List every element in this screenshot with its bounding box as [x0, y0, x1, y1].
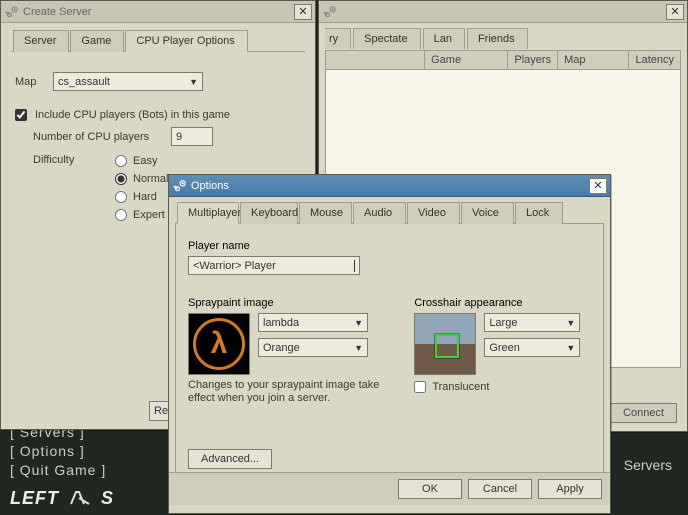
map-select[interactable]: cs_assault ▼ [53, 72, 203, 91]
servers-window-tabs: ry Spectate Lan Friends [319, 23, 687, 48]
tab-keyboard[interactable]: Keyboard [240, 202, 298, 224]
tab-mouse[interactable]: Mouse [299, 202, 352, 224]
steam-icon [323, 5, 337, 19]
include-bots-row: Include CPU players (Bots) in this game [15, 109, 301, 121]
crosshair-color-select[interactable]: Green ▼ [484, 338, 580, 357]
col-players[interactable]: Players [508, 51, 558, 69]
tab-cpu-player-options[interactable]: CPU Player Options [125, 30, 247, 52]
create-server-title: Create Server [23, 6, 91, 18]
col-latency[interactable]: Latency [629, 51, 680, 69]
options-titlebar[interactable]: Options ✕ [169, 175, 610, 197]
lambda-icon: λ [193, 318, 245, 370]
tab-video[interactable]: Video [407, 202, 460, 224]
crosshair-preview [414, 313, 476, 375]
spraypaint-note: Changes to your spraypaint image take ef… [188, 379, 384, 405]
options-tabs: Multiplayer Keyboard Mouse Audio Video V… [175, 201, 604, 224]
map-label: Map [15, 76, 45, 88]
game-brand: LEFT S [10, 488, 114, 509]
tab-spectate[interactable]: Spectate [353, 28, 420, 49]
options-footer: OK Cancel Apply [169, 472, 610, 505]
player-name-input[interactable]: <Warrior> Player [188, 256, 360, 275]
close-icon[interactable]: ✕ [294, 4, 312, 20]
brand-left: LEFT [10, 488, 59, 508]
menu-options[interactable]: [ Options ] [10, 443, 106, 459]
spraypaint-preview: λ [188, 313, 250, 375]
spraypaint-color-value: Orange [263, 342, 300, 354]
crosshair-section: Crosshair appearance Large ▼ Green ▼ [414, 291, 591, 405]
spraypaint-image-value: lambda [263, 317, 299, 329]
include-bots-label: Include CPU players (Bots) in this game [35, 109, 230, 121]
advanced-button[interactable]: Advanced... [188, 449, 272, 469]
difficulty-group: Easy Normal Hard Expert [115, 152, 168, 224]
close-icon[interactable]: ✕ [589, 178, 607, 194]
map-value: cs_assault [58, 76, 110, 88]
col-game[interactable]: Game [425, 51, 508, 69]
chevron-down-icon: ▼ [189, 77, 198, 87]
tab-server[interactable]: Server [13, 30, 69, 52]
server-list-header: Game Players Map Latency [325, 50, 681, 70]
tab-friends[interactable]: Friends [467, 28, 528, 49]
chevron-down-icon: ▼ [354, 318, 363, 328]
difficulty-normal-radio[interactable] [115, 173, 127, 185]
servers-window-titlebar[interactable]: ✕ [319, 1, 687, 23]
num-cpu-value: 9 [176, 131, 182, 143]
tab-game[interactable]: Game [70, 30, 124, 52]
include-bots-checkbox[interactable] [15, 109, 27, 121]
difficulty-expert-radio[interactable] [115, 209, 127, 221]
difficulty-label: Difficulty [33, 152, 93, 166]
options-window: Options ✕ Multiplayer Keyboard Mouse Aud… [168, 174, 611, 514]
col-map[interactable]: Map [558, 51, 629, 69]
options-tab-body: Player name <Warrior> Player Spraypaint … [175, 224, 604, 480]
crosshair-label: Crosshair appearance [414, 297, 591, 309]
chevron-down-icon: ▼ [566, 343, 575, 353]
game-main-menu: [ Servers ] [ Options ] [ Quit Game ] [10, 421, 106, 481]
bg-servers-link[interactable]: Servers [624, 457, 672, 473]
spraypaint-image-select[interactable]: lambda ▼ [258, 313, 368, 332]
tab-multiplayer[interactable]: Multiplayer [177, 202, 239, 224]
brand-right: S [101, 488, 114, 508]
col-spacer [326, 51, 425, 69]
difficulty-expert-label: Expert [133, 209, 165, 221]
cancel-button[interactable]: Cancel [468, 479, 532, 499]
num-cpu-label: Number of CPU players [33, 131, 163, 143]
chevron-down-icon: ▼ [354, 343, 363, 353]
difficulty-hard-radio[interactable] [115, 191, 127, 203]
difficulty-normal-label: Normal [133, 173, 168, 185]
crosshair-size-value: Large [489, 317, 517, 329]
chevron-down-icon: ▼ [566, 318, 575, 328]
crosshair-size-select[interactable]: Large ▼ [484, 313, 580, 332]
spraypaint-color-select[interactable]: Orange ▼ [258, 338, 368, 357]
num-cpu-input[interactable]: 9 [171, 127, 213, 146]
translucent-label: Translucent [432, 381, 489, 393]
ok-button[interactable]: OK [398, 479, 462, 499]
translucent-checkbox[interactable] [414, 381, 426, 393]
spraypaint-label: Spraypaint image [188, 297, 384, 309]
create-server-tabs: Server Game CPU Player Options [11, 29, 305, 52]
tab-history[interactable]: ry [325, 28, 351, 49]
tab-lock[interactable]: Lock [515, 202, 563, 224]
steam-icon [5, 5, 19, 19]
create-server-titlebar[interactable]: Create Server ✕ [1, 1, 315, 23]
tab-lan[interactable]: Lan [423, 28, 465, 49]
num-cpu-row: Number of CPU players 9 [33, 127, 301, 146]
spraypaint-section: Spraypaint image λ lambda ▼ Orange [188, 291, 384, 405]
text-caret [354, 260, 355, 272]
tab-voice[interactable]: Voice [461, 202, 514, 224]
apply-button[interactable]: Apply [538, 479, 602, 499]
player-name-label: Player name [188, 240, 591, 252]
map-row: Map cs_assault ▼ [15, 72, 301, 91]
player-name-value: <Warrior> Player [193, 260, 276, 272]
options-title: Options [191, 180, 229, 192]
connect-button[interactable]: Connect [610, 403, 677, 423]
crosshair-color-value: Green [489, 342, 520, 354]
difficulty-easy-label: Easy [133, 155, 157, 167]
close-icon[interactable]: ✕ [666, 4, 684, 20]
difficulty-easy-radio[interactable] [115, 155, 127, 167]
tab-audio[interactable]: Audio [353, 202, 406, 224]
difficulty-hard-label: Hard [133, 191, 157, 203]
steam-icon [173, 179, 187, 193]
menu-quit[interactable]: [ Quit Game ] [10, 462, 106, 478]
